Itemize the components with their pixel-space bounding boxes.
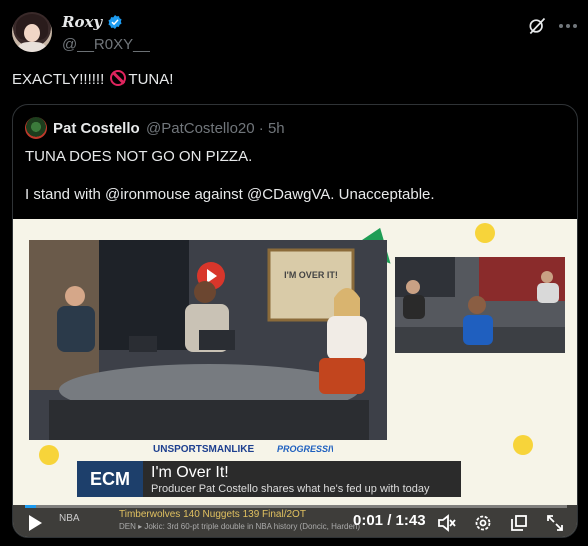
control-room-illustration	[395, 257, 565, 353]
tweet-text-before: EXACTLY!!!!!!	[12, 71, 109, 88]
quoted-name[interactable]: Pat Costello	[53, 120, 140, 137]
decor-dot	[475, 223, 495, 243]
quoted-text-line2: I stand with @ironmouse against @CDawgVA…	[25, 186, 435, 203]
grok-icon[interactable]	[527, 16, 547, 36]
quoted-avatar[interactable]	[25, 117, 47, 139]
lower-third-subtitle: Producer Pat Costello shares what he's f…	[151, 483, 430, 495]
pip-icon[interactable]	[509, 513, 529, 533]
no-entry-icon	[110, 70, 127, 86]
decor-dot	[39, 445, 59, 465]
video-player[interactable]: I'M OVER IT! UNSPORTSMANLIKE PROGRESSIVE…	[13, 219, 577, 537]
ticker-league: NBA	[59, 513, 80, 524]
show-logo-text-2: PROGRESSIVE	[277, 444, 333, 454]
lower-third-title: I'm Over It!	[151, 464, 229, 481]
lower-third-logo: ECM	[77, 461, 143, 497]
tweet-text: EXACTLY!!!!!! TUNA!	[12, 70, 173, 88]
video-time: 0:01 / 1:43	[353, 512, 426, 529]
video-controls: NBA Timberwolves 140 Nuggets 139 Final/2…	[13, 505, 577, 537]
tweet-header: Roxy @__R0XY__	[0, 0, 588, 60]
author-avatar[interactable]	[12, 12, 52, 52]
tweet-text-after: TUNA!	[128, 71, 174, 88]
progress-fill	[25, 505, 36, 508]
more-icon[interactable]	[556, 14, 580, 38]
mute-icon[interactable]	[437, 513, 457, 533]
show-logo: UNSPORTSMANLIKE PROGRESSIVE	[153, 444, 333, 455]
author-display-name[interactable]: Roxy	[62, 13, 102, 31]
author-handle[interactable]: @__R0XY__	[62, 36, 150, 53]
ticker-note: DEN ▸ Jokic: 3rd 60-pt triple double in …	[119, 522, 361, 531]
control-room-scene	[395, 257, 565, 353]
ticker-game: Timberwolves 140 Nuggets 139 Final/2OT	[119, 509, 306, 520]
progress-bar[interactable]	[25, 505, 567, 508]
settings-icon[interactable]	[473, 513, 493, 533]
play-icon[interactable]	[25, 513, 45, 533]
show-logo-text: UNSPORTSMANLIKE	[153, 444, 254, 455]
studio-scene: I'M OVER IT!	[29, 240, 387, 440]
quoted-tweet[interactable]: Pat Costello @PatCostello20 · 5h TUNA DO…	[12, 104, 578, 538]
lower-third: ECM I'm Over It! Producer Pat Costello s…	[77, 461, 461, 497]
verified-icon	[108, 15, 122, 29]
quoted-text-line1: TUNA DOES NOT GO ON PIZZA.	[25, 148, 253, 165]
quoted-handle-time[interactable]: @PatCostello20 · 5h	[146, 120, 285, 137]
studio-sign: I'M OVER IT!	[284, 270, 338, 280]
fullscreen-icon[interactable]	[545, 513, 565, 533]
decor-dot	[513, 435, 533, 455]
